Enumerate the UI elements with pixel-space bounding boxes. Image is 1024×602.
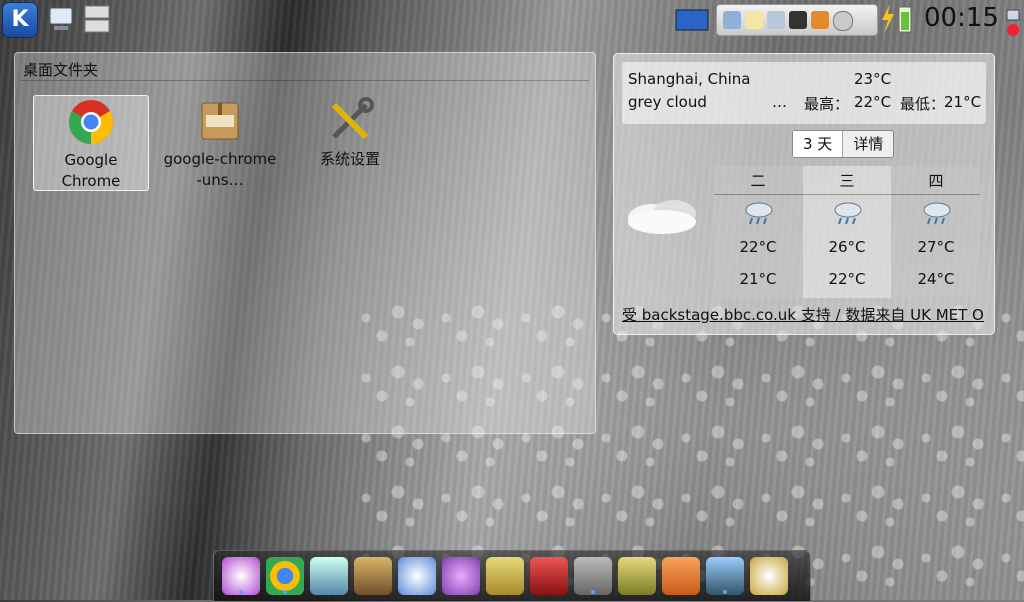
rain-cloud-icon [834,202,862,225]
tools-icon [331,97,374,140]
display-icon[interactable] [789,11,807,29]
rain-cloud-icon [745,202,773,225]
weather-ellipsis: … [772,93,787,111]
forecast-day: 三 26°C 22°C [803,166,891,298]
desktop-item-google-chrome[interactable]: Google Chrome [33,95,149,191]
forecast-low: 22°C [828,270,866,288]
pager-icon[interactable] [674,2,710,36]
running-indicator [239,590,243,594]
weather-tabs: 3 天 详情 [792,130,895,158]
weather-condition: grey cloud [628,93,707,111]
network-icon[interactable] [723,11,741,29]
battery-icon[interactable] [896,4,914,34]
rss-icon[interactable] [662,557,700,595]
desktop-item-label: Google Chrome [61,151,121,190]
terminal-icon[interactable] [530,557,568,595]
weather-widget: Shanghai, China 23°C grey cloud … 最高： 22… [613,53,995,335]
clock[interactable]: 00:15 [924,3,999,33]
desktop-item-deb-package[interactable]: google-chrome-uns… [163,95,277,189]
top-panel: K 00:15 [0,0,1024,38]
weather-low: 21°C [944,93,982,111]
chrome-icon[interactable] [266,557,304,595]
desktop-item-label: google-chrome-uns… [163,150,277,189]
forecast-day: 二 22°C 21°C [714,166,802,298]
clipboard-icon[interactable] [745,11,763,29]
kits-icon[interactable] [486,557,524,595]
folder-view-widget: 桌面文件夹 Google Chrome google-chrome-uns… 系… [14,52,596,434]
lock-icon[interactable] [1004,2,1022,36]
desktop-item-system-settings[interactable]: 系统设置 [293,95,407,189]
weather-temperature: 23°C [854,70,892,88]
forecast-header-divider [714,194,980,195]
forecast-table: 二 22°C 21°C 三 26°C 22°C 四 27°C 24°C [714,166,980,298]
chrome-icon [69,100,113,144]
deb-package-icon [201,102,239,140]
weather-low-label: 最低： [900,95,946,113]
forecast-high: 22°C [739,238,777,256]
weather-high: 22°C [854,93,892,111]
info-icon[interactable] [833,11,853,31]
forecast-day-label: 三 [839,172,855,190]
forecast-high: 27°C [917,238,955,256]
folder-view-title: 桌面文件夹 [23,61,99,79]
desktop-item-label: 系统设置 [319,150,380,168]
weather-high-label: 最高： [804,95,850,113]
weather-location: Shanghai, China [628,70,751,88]
forecast-day-label: 四 [928,172,944,190]
purple-star-icon[interactable] [222,557,260,595]
forecast-day-label: 二 [750,172,766,190]
updates-icon[interactable] [811,11,829,29]
gimp-icon[interactable] [354,557,392,595]
network-monitor-icon[interactable] [46,2,76,36]
dock [213,550,811,602]
forecast-high: 26°C [828,238,866,256]
power-icon[interactable] [880,2,896,36]
forecast-low: 21°C [739,270,777,288]
folder-view-separator [21,80,589,81]
running-indicator [283,590,287,594]
forecast-day: 四 27°C 24°C [892,166,980,298]
tab-details[interactable]: 详情 [843,131,893,157]
desktop-icon[interactable] [706,557,744,595]
kde-launcher-icon[interactable]: K [2,2,38,38]
pidgin-icon[interactable] [442,557,480,595]
running-indicator [723,590,727,594]
system-tray [716,4,878,36]
volume-icon[interactable] [767,11,785,29]
package-icon[interactable] [618,557,656,595]
cloud-icon [628,200,696,234]
running-indicator [591,590,595,594]
tab-3-day[interactable]: 3 天 [793,131,844,157]
rain-cloud-icon [923,202,951,225]
media-icon[interactable] [310,557,348,595]
file-cabinet-icon[interactable] [574,557,612,595]
weather-credit-link[interactable]: 受 backstage.bbc.co.uk 支持 / 数据来自 UK MET O [622,304,986,325]
network-icon[interactable] [398,557,436,595]
window-list-icon[interactable] [82,2,112,36]
forecast-low: 24°C [917,270,955,288]
disc-icon[interactable] [750,557,788,595]
